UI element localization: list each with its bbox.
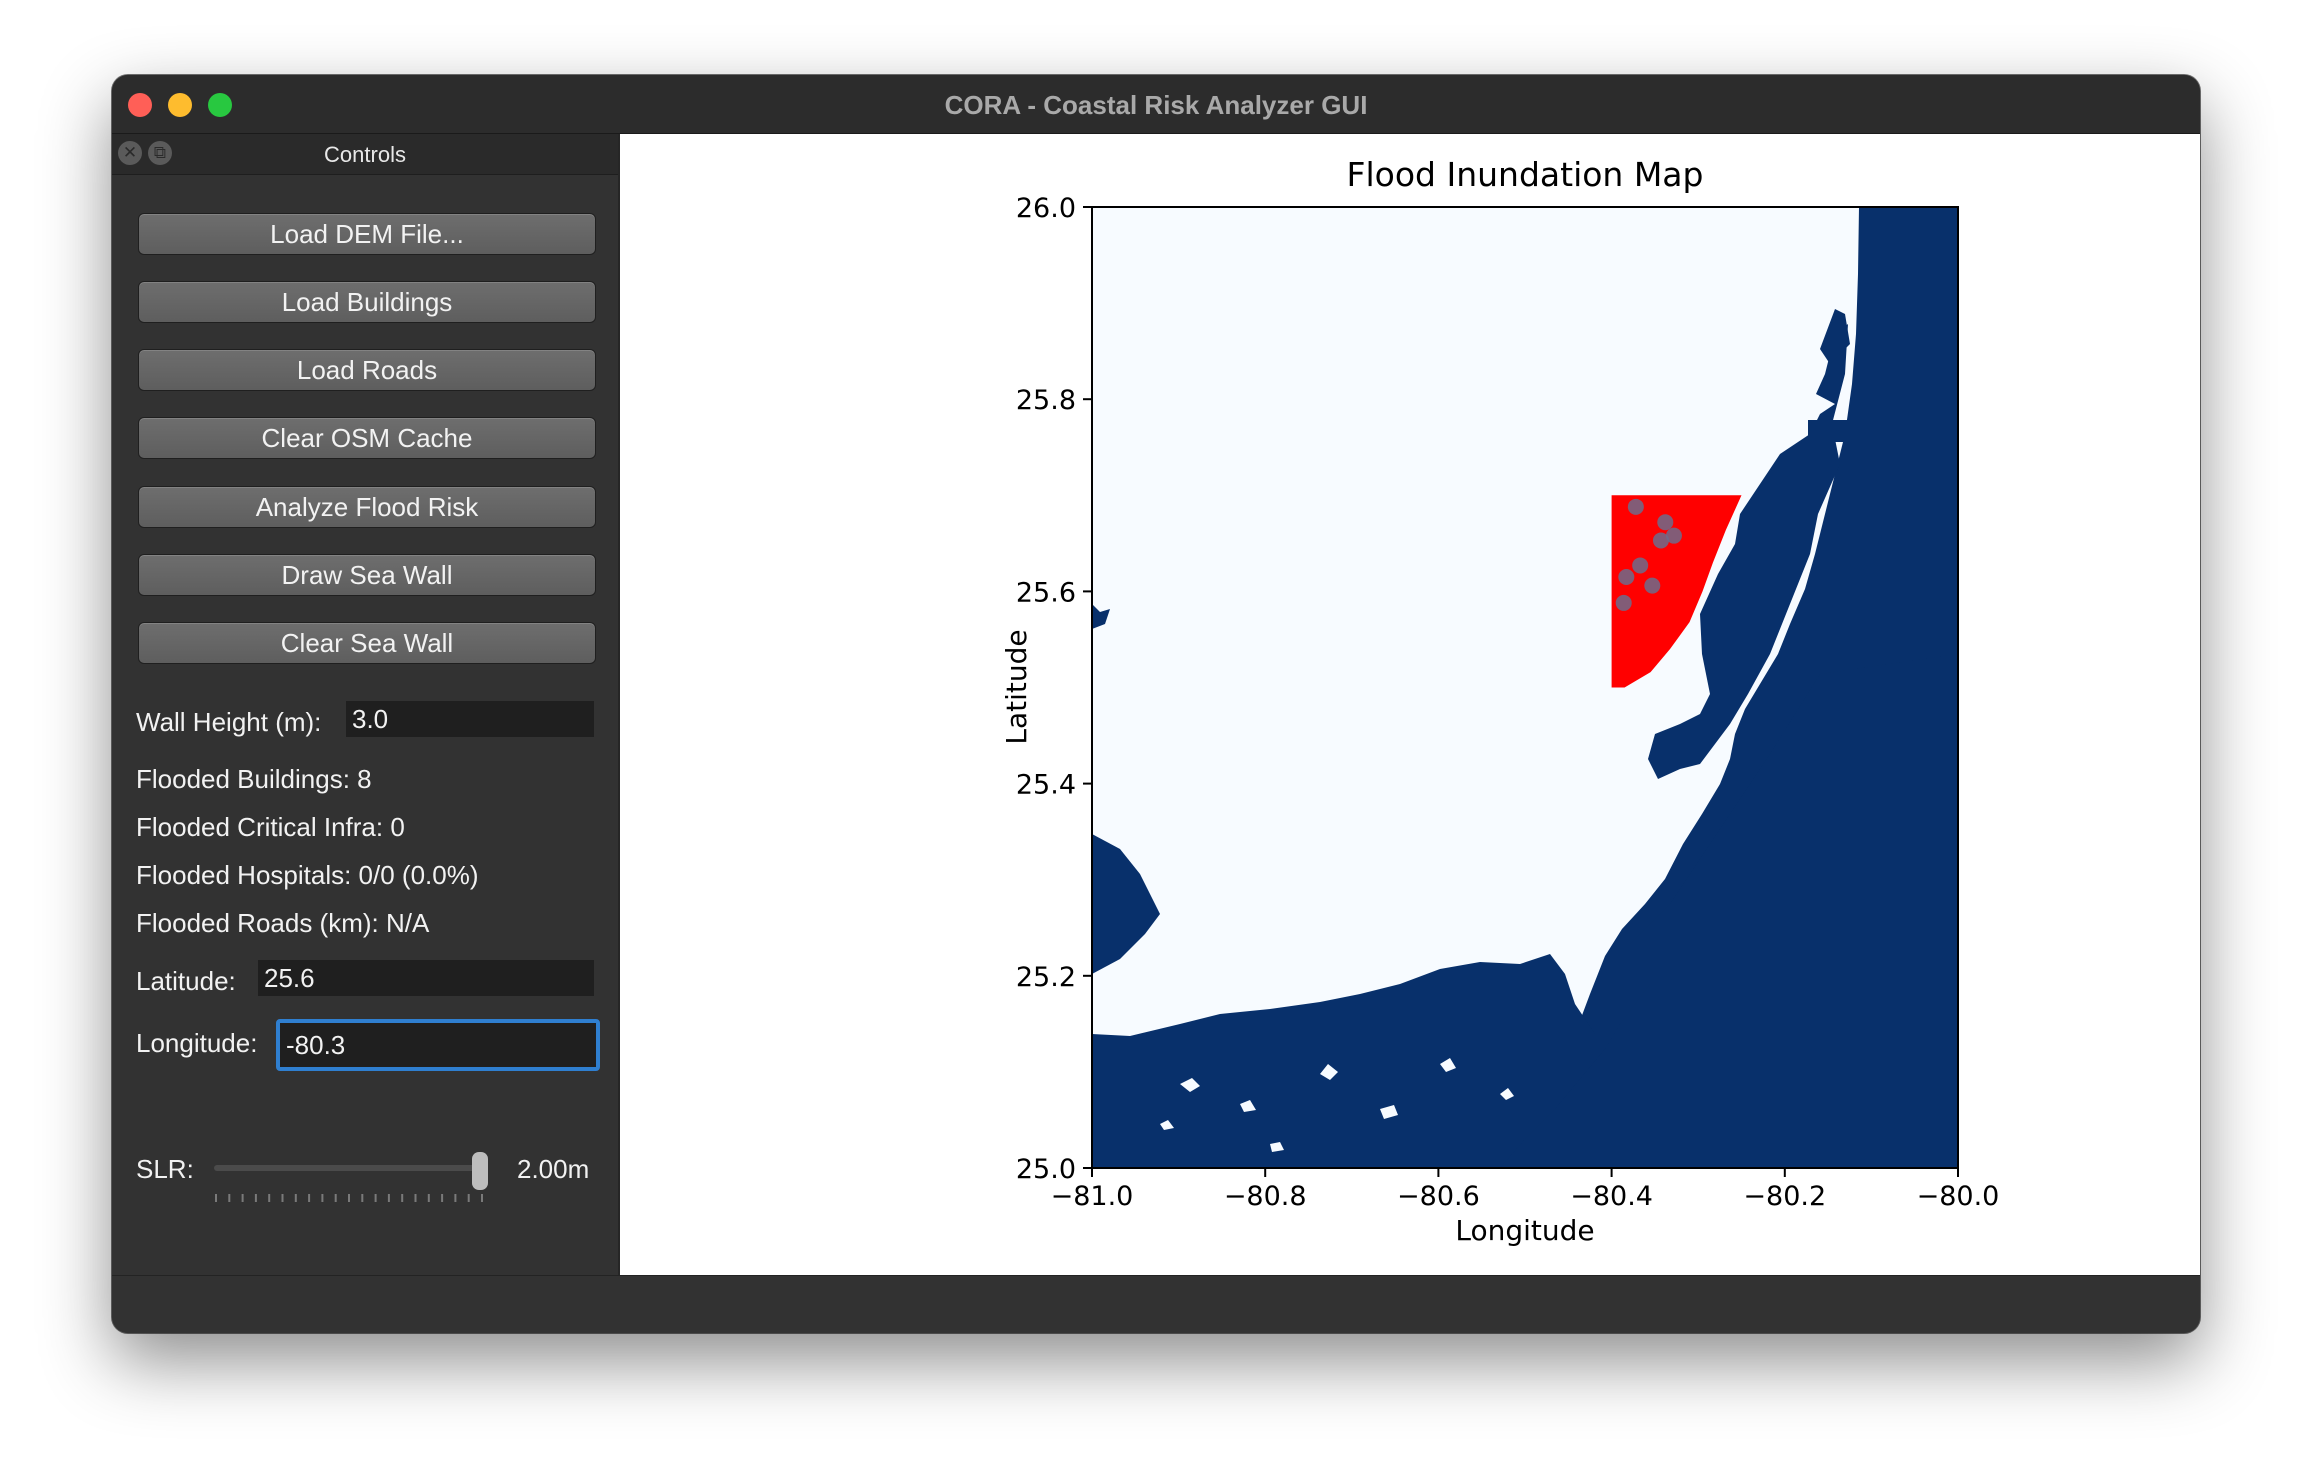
title-bar: CORA - Coastal Risk Analyzer GUI [112, 75, 2200, 134]
flooded-building-point [1652, 532, 1669, 549]
chart-title: Flood Inundation Map [1347, 155, 1704, 194]
slr-value-text: 2.00m [517, 1154, 590, 1184]
longitude-label: Longitude: [136, 1028, 258, 1058]
x-tick-label: −80.6 [1397, 1181, 1480, 1212]
slr-slider-handle[interactable] [472, 1152, 488, 1190]
y-axis-label: Latitude [1000, 629, 1033, 744]
x-axis-ticks: −81.0 −80.8 −80.6 −80.4 −80.2 −80.0 [1051, 1168, 2000, 1212]
flooded-building-point [1657, 514, 1674, 531]
load-dem-button[interactable]: Load DEM File... [138, 213, 596, 255]
draw-sea-wall-button[interactable]: Draw Sea Wall [138, 554, 596, 596]
flooded-buildings-text: Flooded Buildings: 8 [136, 764, 372, 794]
miami-channel [1808, 420, 1848, 442]
x-tick-label: −80.8 [1224, 1181, 1307, 1212]
slr-slider-track[interactable] [214, 1165, 484, 1171]
status-bar [112, 1275, 2200, 1333]
flooded-building-point [1618, 568, 1635, 585]
x-tick-label: −80.4 [1570, 1181, 1653, 1212]
flooded-building-point [1615, 594, 1632, 611]
y-tick-label: 25.2 [1016, 962, 1076, 993]
x-tick-label: −81.0 [1051, 1181, 1134, 1212]
analyze-flood-risk-button[interactable]: Analyze Flood Risk [138, 486, 596, 528]
controls-panel: ✕ ⧉ Controls Load DEM File... Load Build… [112, 134, 620, 1275]
controls-dock-header: ✕ ⧉ Controls [112, 134, 618, 175]
plot-canvas[interactable]: Flood Inundation Map −81.0 −80.8 −80.6 −80.… [620, 134, 2200, 1275]
x-tick-label: −80.2 [1743, 1181, 1826, 1212]
y-tick-label: 25.4 [1016, 770, 1076, 801]
flooded-roads-text: Flooded Roads (km): N/A [136, 908, 430, 938]
window-title: CORA - Coastal Risk Analyzer GUI [944, 90, 1368, 120]
controls-title: Controls [324, 142, 406, 167]
flooded-building-point [1632, 557, 1649, 574]
flooded-building-point [1627, 498, 1644, 515]
y-tick-label: 26.0 [1016, 193, 1076, 224]
clear-osm-cache-button[interactable]: Clear OSM Cache [138, 417, 596, 459]
clear-sea-wall-button[interactable]: Clear Sea Wall [138, 622, 596, 664]
load-roads-button[interactable]: Load Roads [138, 349, 596, 391]
slr-label: SLR: [136, 1154, 194, 1184]
y-tick-label: 25.8 [1016, 385, 1076, 416]
flood-inundation-map: Flood Inundation Map −81.0 −80.8 −80.6 −80.… [1000, 155, 2000, 1247]
load-buildings-button[interactable]: Load Buildings [138, 281, 596, 323]
app-window: CORA - Coastal Risk Analyzer GUI ✕ ⧉ Con… [112, 75, 2200, 1333]
y-tick-label: 25.6 [1016, 577, 1076, 608]
x-tick-label: −80.0 [1917, 1181, 2000, 1212]
flooded-critical-infra-text: Flooded Critical Infra: 0 [136, 812, 405, 842]
flooded-hospitals-text: Flooded Hospitals: 0/0 (0.0%) [136, 860, 479, 890]
x-axis-label: Longitude [1455, 1214, 1594, 1247]
longitude-input[interactable]: -80.3 [276, 1019, 600, 1071]
latitude-input[interactable]: 25.6 [258, 960, 594, 996]
wall-height-input[interactable]: 3.0 [346, 701, 594, 737]
y-tick-label: 25.0 [1016, 1154, 1076, 1185]
flooded-building-point [1644, 577, 1661, 594]
wall-height-label: Wall Height (m): [136, 707, 322, 737]
slr-slider-ticks [215, 1194, 483, 1202]
latitude-label: Latitude: [136, 966, 236, 996]
